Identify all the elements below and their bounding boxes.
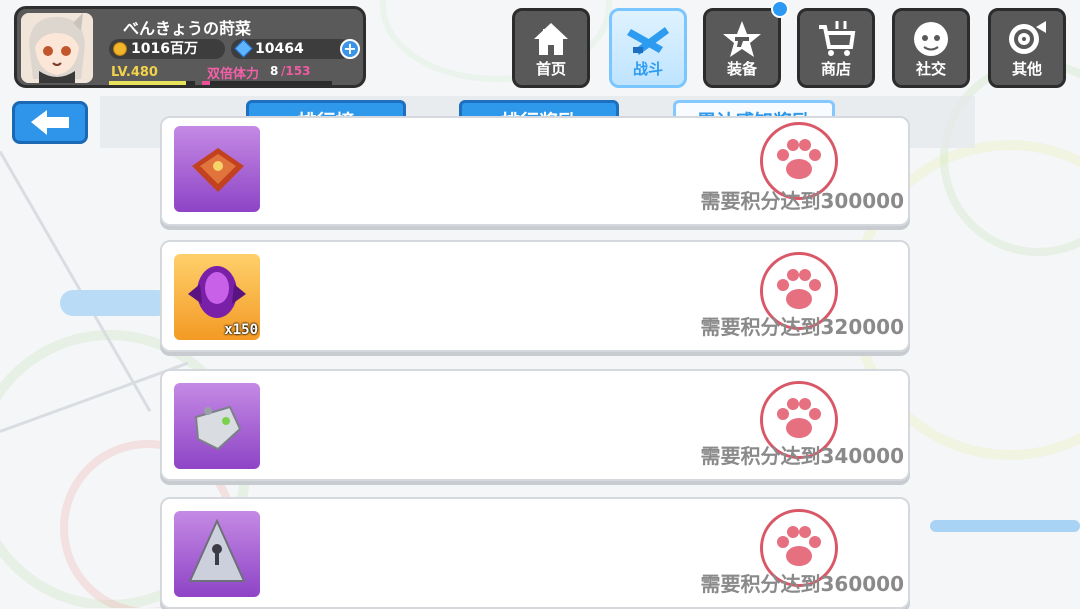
nav-equipment-button[interactable]: 装备: [703, 8, 781, 88]
reward-item-slot[interactable]: [174, 511, 260, 597]
silver-badge-icon: [194, 405, 242, 451]
player-level: LV.480: [111, 65, 158, 80]
back-arrow-icon: [31, 110, 69, 135]
stamina-value: 8: [270, 64, 279, 78]
house-icon: [534, 23, 568, 55]
stamina-label: 双倍体力: [207, 67, 260, 82]
target-icon: [1009, 21, 1046, 54]
nav-social-button[interactable]: 社交: [892, 8, 970, 88]
swords-icon: [627, 27, 669, 55]
nav-social-label: 社交: [915, 60, 946, 78]
nav-home-label: 首页: [535, 60, 566, 78]
back-button[interactable]: [12, 101, 88, 144]
pyramid-key-icon: [188, 518, 246, 582]
reward-item-slot[interactable]: [174, 126, 260, 212]
requirement-text: 需要积分达到340000: [700, 444, 905, 468]
nav-shop-button[interactable]: 商店: [797, 8, 875, 88]
gem-amount: 10464: [255, 41, 304, 57]
reward-card: 需要积分达到360000: [160, 497, 910, 609]
requirement-text: 需要积分达到360000: [700, 572, 905, 596]
nav-shop-label: 商店: [820, 60, 851, 78]
nav-other-button[interactable]: 其他: [988, 8, 1066, 88]
requirement-text: 需要积分达到300000: [700, 189, 905, 213]
xp-bar: [109, 81, 195, 85]
reward-card: x150 需要积分达到320000: [160, 240, 910, 352]
gem-icon: [234, 39, 253, 58]
cart-icon: [819, 21, 856, 56]
red-gem-icon: [192, 148, 244, 192]
nav-other-label: 其他: [1011, 60, 1042, 78]
stamina-bar: [202, 81, 332, 85]
notification-dot: [771, 0, 789, 18]
gold-amount: 1016百万: [131, 41, 198, 57]
player-panel[interactable]: べんきょうの莳菜 1016百万 10464 + LV.480 双倍体力 8 /1…: [14, 6, 366, 88]
face-icon: [914, 22, 948, 56]
add-gems-button[interactable]: +: [340, 39, 360, 59]
reward-card: 需要积分达到340000: [160, 369, 910, 481]
item-quantity: x150: [224, 322, 258, 338]
reward-item-slot[interactable]: [174, 383, 260, 469]
gem-counter: 10464: [231, 39, 351, 59]
nav-battle-button[interactable]: 战斗: [609, 8, 687, 88]
reward-item-slot[interactable]: x150: [174, 254, 260, 340]
gold-counter: 1016百万: [109, 39, 225, 59]
reward-card: 需要积分达到300000: [160, 116, 910, 226]
player-name: べんきょうの莳菜: [123, 19, 252, 38]
stamina-max: /153: [281, 64, 311, 78]
nav-home-button[interactable]: 首页: [512, 8, 590, 88]
nav-battle-label: 战斗: [632, 60, 663, 78]
nav-equipment-label: 装备: [726, 60, 757, 78]
gold-coin-icon: [113, 42, 127, 56]
star-gun-icon: [723, 21, 761, 57]
player-avatar[interactable]: [21, 13, 93, 83]
requirement-text: 需要积分达到320000: [700, 315, 905, 339]
